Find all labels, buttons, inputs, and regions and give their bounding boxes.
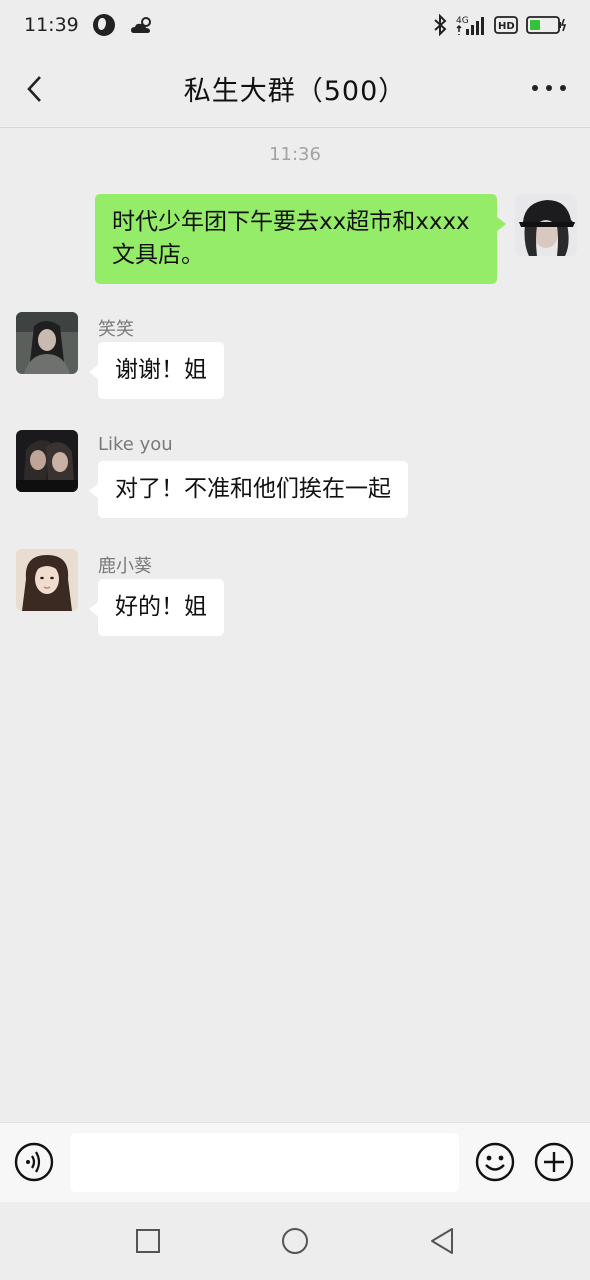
- home-icon: [282, 1228, 308, 1254]
- network-label: 4G: [456, 16, 469, 26]
- message-text: 对了！不准和他们挨在一起: [115, 476, 391, 502]
- message-input[interactable]: [70, 1133, 459, 1192]
- home-button[interactable]: [280, 1226, 310, 1256]
- avatar-xiaoxiao[interactable]: [16, 312, 78, 374]
- system-navigation-bar: [0, 1202, 590, 1280]
- voice-icon: [14, 1142, 54, 1182]
- back-triangle-icon: [431, 1228, 453, 1254]
- bluetooth-icon: [432, 14, 448, 36]
- status-right: 4G HD: [432, 14, 568, 36]
- recent-apps-button[interactable]: [133, 1226, 163, 1256]
- message-bubble-received[interactable]: 对了！不准和他们挨在一起: [89, 461, 408, 518]
- cloud-icon: [129, 16, 155, 34]
- emoji-button[interactable]: [475, 1142, 515, 1182]
- status-bar: 11:39 4G HD: [0, 0, 590, 50]
- add-button[interactable]: [534, 1142, 574, 1182]
- sender-name: Like you: [98, 434, 173, 455]
- voice-button[interactable]: [14, 1142, 54, 1182]
- plus-icon: [534, 1142, 574, 1182]
- battery-icon: [526, 15, 568, 35]
- hd-icon: HD: [494, 16, 518, 34]
- avatar-luxiaokui[interactable]: [16, 549, 78, 611]
- status-left: 11:39: [24, 14, 155, 36]
- message-bubble-sent[interactable]: 时代少年团下午要去xx超市和xxxx文具店。: [95, 194, 506, 284]
- recent-apps-icon: [136, 1229, 160, 1253]
- message-bubble-received[interactable]: 谢谢！姐: [89, 342, 224, 399]
- back-button[interactable]: [20, 72, 48, 106]
- more-button[interactable]: [532, 80, 566, 96]
- message-timestamp: 11:36: [269, 144, 321, 165]
- hd-label: HD: [498, 21, 515, 32]
- sender-name: 鹿小葵: [98, 556, 152, 577]
- avatar-like-you[interactable]: [16, 430, 78, 492]
- avatar-self[interactable]: [515, 194, 577, 256]
- emoji-icon: [475, 1142, 515, 1182]
- more-dots-icon: [532, 85, 538, 91]
- chat-header: 私生大群（500）: [0, 50, 590, 128]
- message-text: 时代少年团下午要去xx超市和xxxx文具店。: [112, 209, 470, 268]
- globe-icon: [92, 14, 115, 36]
- chat-title: 私生大群（500）: [183, 76, 407, 107]
- message-text: 好的！姐: [115, 594, 207, 620]
- message-bubble-received[interactable]: 好的！姐: [89, 579, 224, 636]
- sender-name: 笑笑: [98, 319, 134, 340]
- system-back-button[interactable]: [428, 1226, 458, 1256]
- status-time: 11:39: [24, 14, 79, 36]
- signal-icon: 4G: [456, 14, 486, 36]
- message-text: 谢谢！姐: [115, 357, 207, 383]
- input-bar: [0, 1122, 590, 1202]
- chevron-left-icon: [27, 76, 41, 102]
